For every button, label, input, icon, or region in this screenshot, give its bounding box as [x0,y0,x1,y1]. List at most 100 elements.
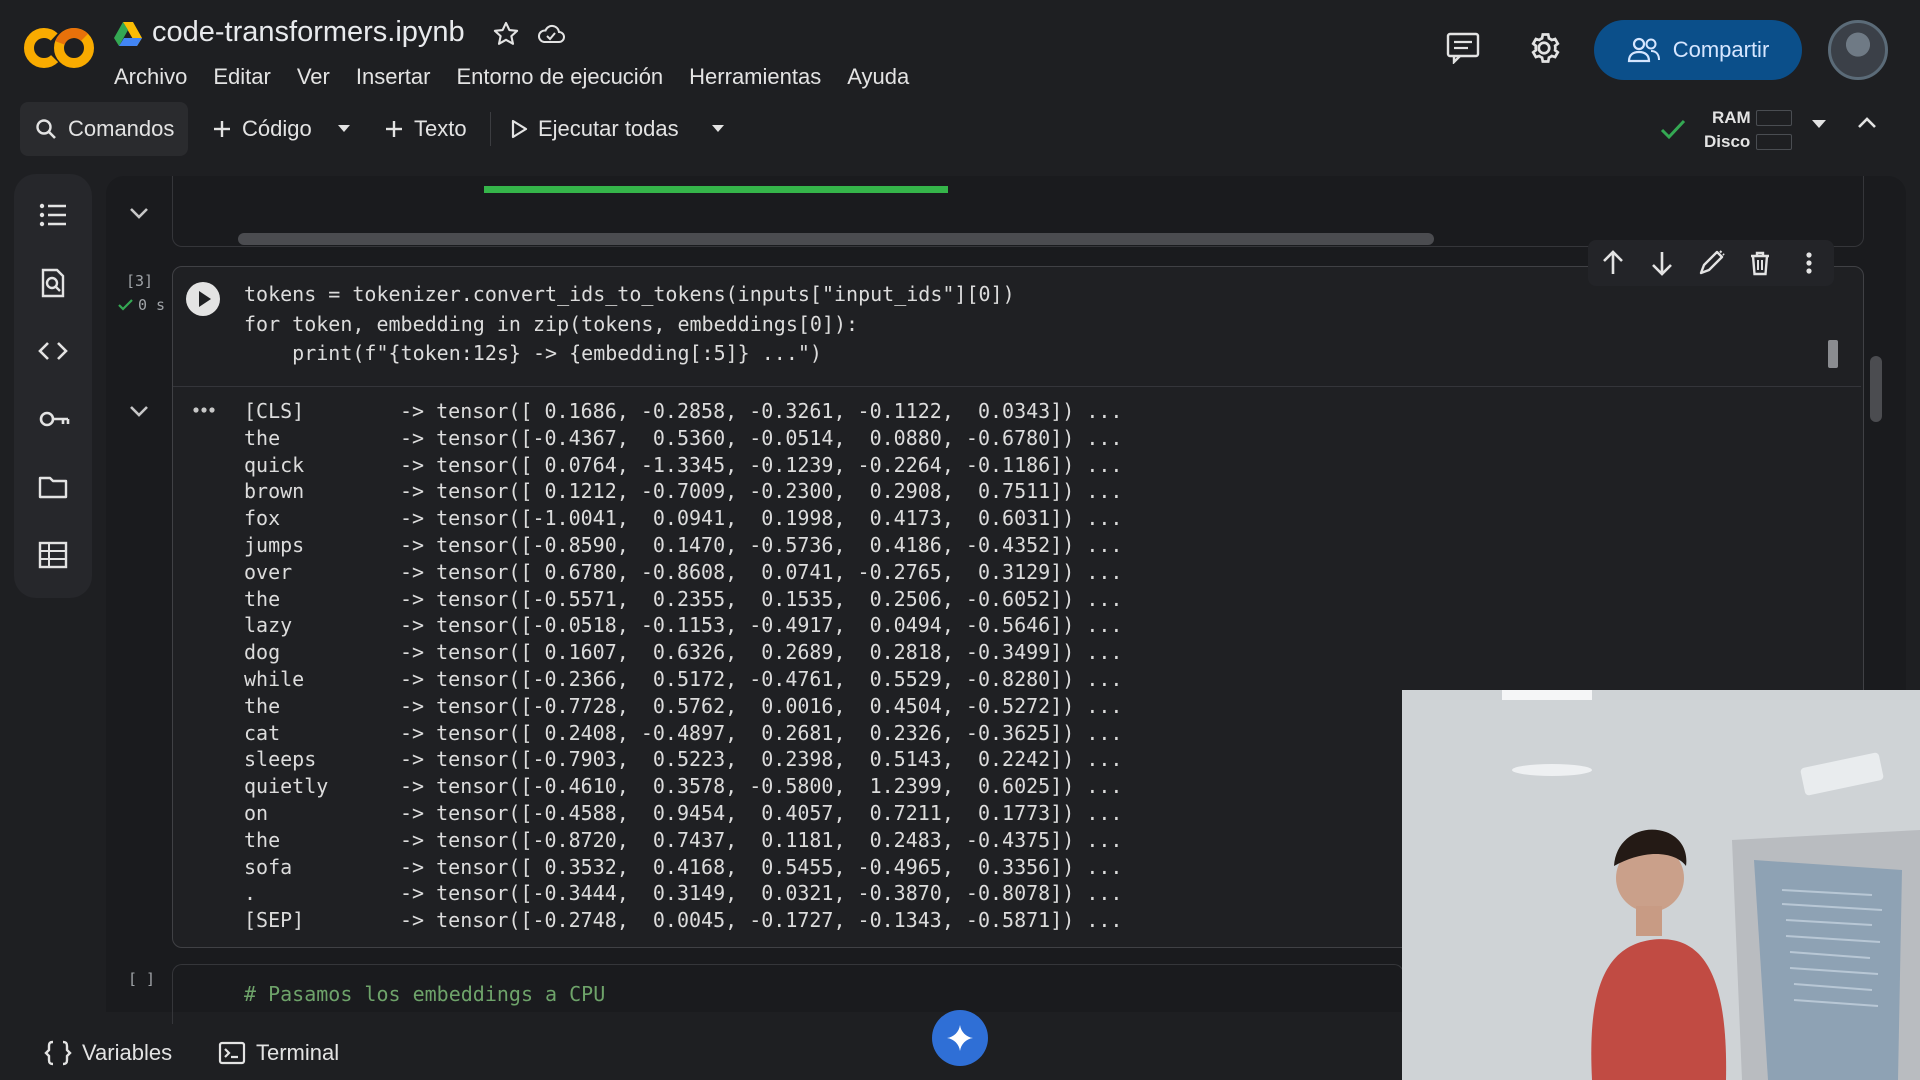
run-all-label: Ejecutar todas [538,116,679,141]
output-row: the -> tensor([-0.5571, 0.2355, 0.1535, 0… [244,586,1122,613]
more-vert-icon[interactable] [1794,248,1824,278]
output-token: brown [244,479,305,504]
secrets-key-icon[interactable] [38,404,70,434]
execution-time: 0 s [138,296,166,314]
output-tensor: -> tensor([ 0.2408, -0.4897, 0.2681, 0.2… [400,720,1123,745]
files-folder-icon[interactable] [38,472,68,502]
output-row: fox -> tensor([-1.0041, 0.0941, 0.1998, 0… [244,505,1122,532]
variables-table-icon[interactable] [38,540,68,570]
disk-label: Disco [1704,132,1751,151]
caret-down-icon [710,124,726,134]
add-text-button[interactable]: Texto [384,102,467,156]
code-comment: # Pasamos los embeddings a CPU [244,982,606,1006]
output-tensor: -> tensor([ 0.0764, -1.3345, -0.1239, -0… [400,452,1123,477]
resources-dropdown[interactable] [1810,118,1828,130]
code-line: for token, embedding in zip(tokens, embe… [244,311,859,336]
google-drive-icon [114,22,142,46]
run-all-button[interactable]: Ejecutar todas [510,102,679,156]
output-row: lazy -> tensor([-0.0518, -0.1153, -0.4917… [244,612,1122,639]
menu-editar[interactable]: Editar [200,64,283,90]
delete-icon[interactable] [1745,248,1775,278]
add-code-button[interactable]: Código [212,102,312,156]
output-row: sleeps -> tensor([-0.7903, 0.5223, 0.2398… [244,746,1122,773]
code-line: print(f"{token:12s} -> {embedding[:5]} .… [244,341,822,365]
output-token: dog [244,640,281,665]
share-label: Compartir [1672,37,1770,62]
run-all-dropdown[interactable] [710,102,726,156]
output-token: fox [244,506,281,531]
toolbar-divider [490,112,491,146]
resources-indicator[interactable]: RAM Disco [1704,106,1751,154]
output-tensor: -> tensor([-0.4610, 0.3578, -0.5800, 1.2… [400,774,1123,799]
gemini-sparkle-icon[interactable] [932,1010,988,1066]
output-tensor: -> tensor([-0.4588, 0.9454, 0.4057, 0.72… [400,800,1123,825]
output-tensor: -> tensor([-0.3444, 0.3149, 0.0321, -0.3… [400,881,1123,906]
terminal-label: Terminal [256,1040,340,1065]
code-line: tokens = tokenizer.convert_ids_to_tokens… [244,282,1015,306]
run-cell-button[interactable] [186,282,220,316]
commands-button[interactable]: Comandos [20,102,189,156]
chevron-down-icon[interactable] [128,206,150,220]
toolbar: Comandos Código Texto Ejecutar todas [0,102,1920,160]
menu-herramientas[interactable]: Herramientas [676,64,834,90]
plus-icon [384,119,404,139]
output-token: the [244,693,281,718]
output-tensor: -> tensor([ 0.1212, -0.7009, -0.2300, 0.… [400,479,1123,504]
output-row: while -> tensor([-0.2366, 0.5172, -0.4761… [244,666,1122,693]
ram-meter [1756,110,1792,126]
menu-ver[interactable]: Ver [284,64,343,90]
colab-logo[interactable] [24,24,94,72]
output-token: quick [244,452,305,477]
output-tensor: -> tensor([-0.4367, 0.5360, -0.0514, 0.0… [400,425,1123,450]
avatar[interactable] [1828,20,1888,80]
menu-bar: Archivo Editar Ver Insertar Entorno de e… [114,64,922,90]
output-token: jumps [244,532,305,557]
share-button[interactable]: Compartir [1594,20,1802,80]
braces-icon [44,1040,72,1066]
output-token: . [244,881,257,906]
toc-icon[interactable] [38,200,68,230]
horizontal-scrollbar[interactable] [238,233,1434,245]
move-down-icon[interactable] [1647,248,1677,278]
output-token: the [244,827,281,852]
output-token: while [244,666,305,691]
output-tensor: -> tensor([ 0.3532, 0.4168, 0.5455, -0.4… [400,854,1123,879]
output-row: jumps -> tensor([-0.8590, 0.1470, -0.5736… [244,532,1122,559]
output-row: the -> tensor([-0.4367, 0.5360, -0.0514, … [244,425,1122,452]
menu-ayuda[interactable]: Ayuda [834,64,922,90]
chevron-down-icon[interactable] [128,404,150,418]
code-editor[interactable]: tokens = tokenizer.convert_ids_to_tokens… [244,280,1015,369]
output-row: cat -> tensor([ 0.2408, -0.4897, 0.2681, … [244,720,1122,747]
variables-button[interactable]: Variables [44,1040,172,1066]
move-up-icon[interactable] [1598,248,1628,278]
execution-status: 0 s [118,296,165,314]
menu-entorno-ejecucion[interactable]: Entorno de ejecución [443,64,676,90]
menu-insertar[interactable]: Insertar [343,64,444,90]
output-row: quietly -> tensor([-0.4610, 0.3578, -0.58… [244,773,1122,800]
cloud-icon[interactable] [536,22,566,46]
terminal-button[interactable]: Terminal [218,1040,339,1066]
check-icon [118,298,134,312]
page-scrollbar[interactable] [1870,356,1882,422]
output-row: over -> tensor([ 0.6780, -0.8608, 0.0741,… [244,559,1122,586]
add-code-dropdown[interactable] [336,102,352,156]
star-icon[interactable] [492,20,520,48]
output-tensor: -> tensor([-0.2748, 0.0045, -0.1727, -0.… [400,908,1123,933]
find-icon[interactable] [38,268,68,298]
output-tensor: -> tensor([ 0.1686, -0.2858, -0.3261, -0… [400,399,1123,423]
left-sidebar [14,174,92,598]
chevron-up-icon[interactable] [1856,116,1878,130]
add-code-label: Código [242,116,312,141]
output-tensor: -> tensor([-0.7903, 0.5223, 0.2398, 0.51… [400,747,1123,772]
gear-icon[interactable] [1526,30,1562,66]
output-token: over [244,559,293,584]
code-snippets-icon[interactable] [38,336,68,366]
code-scrollbar[interactable] [1828,340,1838,368]
output-tensor: -> tensor([-0.5571, 0.2355, 0.1535, 0.25… [400,586,1123,611]
notebook-title[interactable]: code-transformers.ipynb [152,16,465,49]
edit-pencil-icon[interactable] [1696,248,1726,278]
comments-icon[interactable] [1446,32,1480,64]
output-actions-icon[interactable] [192,406,216,414]
menu-archivo[interactable]: Archivo [114,64,200,90]
output-token: the [244,425,281,450]
